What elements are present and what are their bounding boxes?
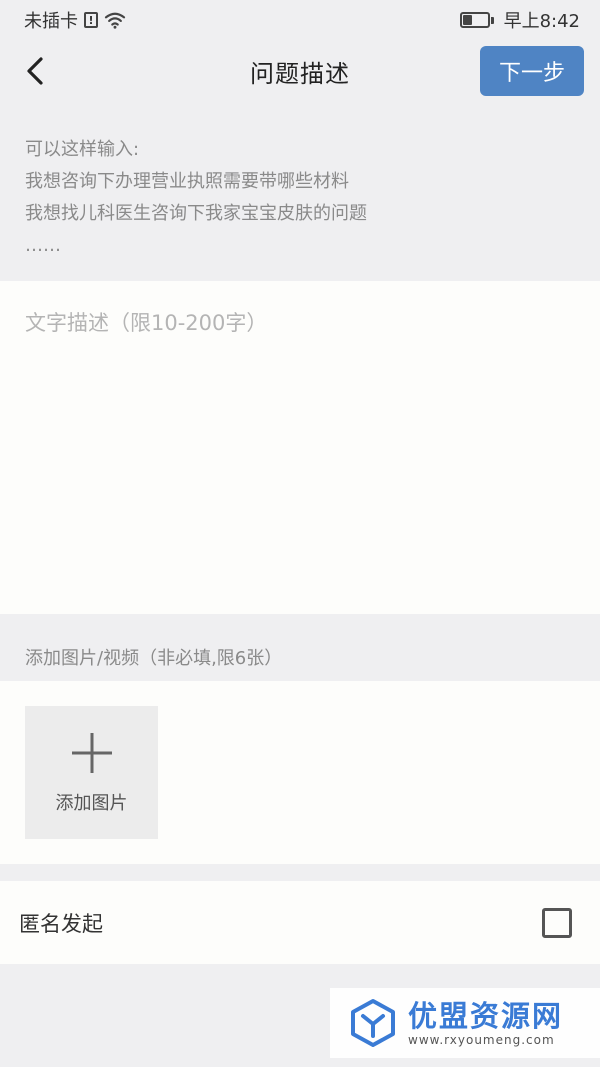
battery-fill [462, 15, 473, 25]
input-hint: 可以这样输入: 我想咨询下办理营业执照需要带哪些材料 我想找儿科医生咨询下我家宝… [25, 134, 585, 262]
nav-bar: 问题描述 下一步 [0, 40, 600, 102]
status-bar: 未插卡 ! 早上8:42 [0, 0, 600, 40]
wifi-icon [104, 12, 126, 29]
next-step-button[interactable]: 下一步 [480, 46, 584, 96]
description-input[interactable] [0, 281, 600, 614]
cube-logo-icon [351, 999, 395, 1047]
watermark-url: www.rxyoumeng.com [408, 1033, 555, 1047]
anonymous-checkbox[interactable] [542, 907, 572, 938]
anonymous-row[interactable]: 匿名发起 [0, 881, 600, 964]
watermark-title: 优盟资源网 [408, 999, 564, 1033]
add-image-label: 添加图片 [55, 792, 128, 814]
media-panel: 添加图片 [0, 681, 600, 864]
page-title: 问题描述 [250, 59, 350, 88]
description-panel [0, 281, 600, 614]
status-left: 未插卡 ! [24, 7, 126, 33]
status-time: 早上8:42 [503, 11, 580, 32]
status-right: 早上8:42 [459, 7, 580, 33]
hint-line: 我想找儿科医生咨询下我家宝宝皮肤的问题 [25, 203, 367, 224]
watermark: 优盟资源网 www.rxyoumeng.com [330, 988, 600, 1058]
hint-line: 我想咨询下办理营业执照需要带哪些材料 [25, 171, 349, 192]
hint-line: 可以这样输入: [25, 139, 140, 160]
add-image-button[interactable]: 添加图片 [25, 706, 158, 839]
battery-icon [459, 12, 494, 28]
carrier-text: 未插卡 [24, 11, 78, 32]
anonymous-label: 匿名发起 [19, 911, 103, 936]
hint-line: …… [25, 235, 61, 256]
back-arrow-icon[interactable] [20, 55, 50, 87]
plus-icon [71, 732, 112, 773]
media-section-label: 添加图片/视频（非必填,限6张） [25, 648, 283, 669]
sim-alert-icon: ! [84, 12, 98, 28]
